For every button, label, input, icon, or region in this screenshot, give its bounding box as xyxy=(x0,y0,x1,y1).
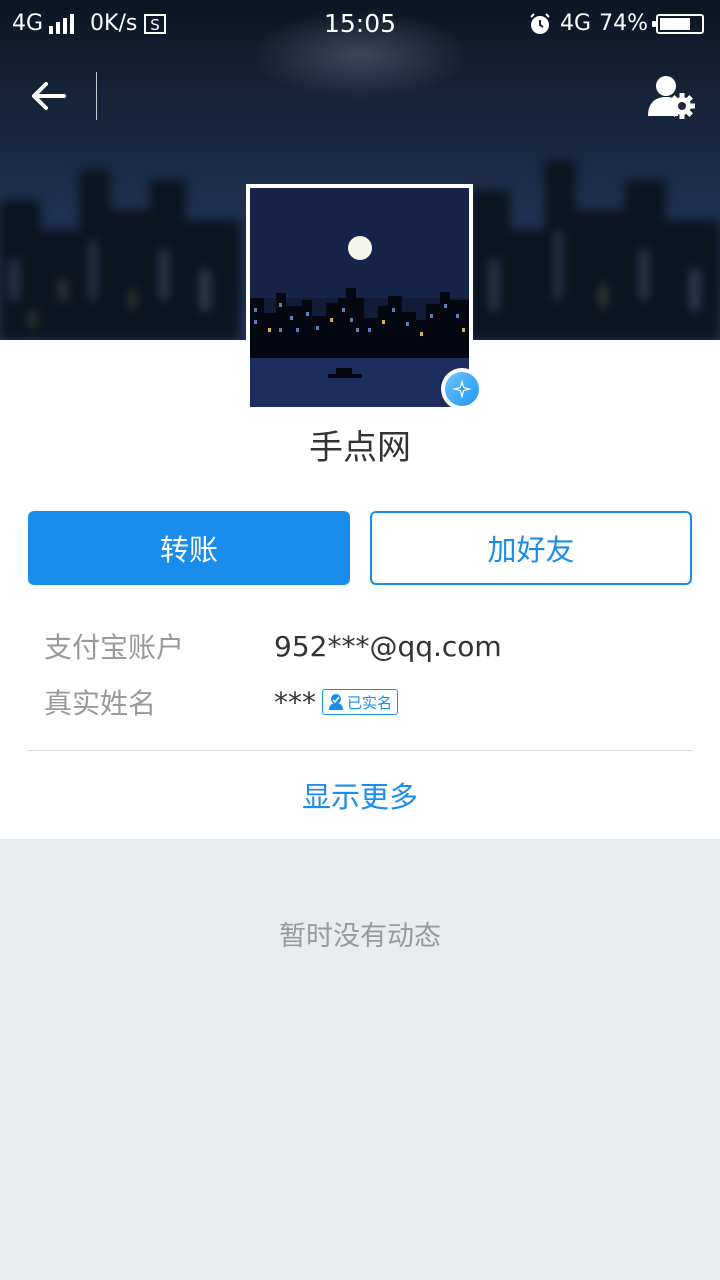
avatar-city-night-image xyxy=(250,188,469,407)
battery-fill xyxy=(660,17,690,30)
profile-name: 手点网 xyxy=(309,428,411,468)
avatar[interactable] xyxy=(246,184,473,411)
show-more-link[interactable]: 显示更多 xyxy=(0,774,720,816)
add-friend-button[interactable]: 加好友 xyxy=(370,511,692,585)
status-bar-right: 4G 74% xyxy=(528,11,704,36)
nav-divider xyxy=(96,72,97,120)
transfer-button[interactable]: 转账 xyxy=(28,511,350,585)
battery-icon xyxy=(652,13,704,34)
realname-verified-text: 已实名 xyxy=(347,693,393,712)
battery-percent: 74% xyxy=(599,11,648,36)
verified-star-icon xyxy=(452,379,472,399)
back-arrow-icon xyxy=(32,82,66,110)
status-bar: 4G 0K/s S 15:05 4G 74% xyxy=(0,0,720,48)
user-settings-button[interactable] xyxy=(644,70,700,126)
verified-badge-inner xyxy=(445,372,479,406)
realname-verified-tag: 已实名 xyxy=(322,689,399,715)
realname-row: 真实姓名 *** 已实名 xyxy=(44,682,399,722)
realname-value-group: *** 已实名 xyxy=(274,685,399,719)
network-type-right: 4G xyxy=(560,11,592,36)
realname-person-icon xyxy=(329,694,343,710)
account-value: 952***@qq.com xyxy=(274,629,502,663)
profile-card xyxy=(0,340,720,839)
empty-feed-message: 暂时没有动态 xyxy=(279,921,441,952)
realname-label: 真实姓名 xyxy=(44,687,157,720)
realname-value: *** xyxy=(274,685,316,719)
account-row: 支付宝账户 952***@qq.com xyxy=(44,626,502,666)
verified-badge xyxy=(441,368,483,410)
user-settings-icon xyxy=(648,76,695,119)
account-label: 支付宝账户 xyxy=(44,631,185,664)
alarm-icon xyxy=(530,12,550,34)
back-button[interactable] xyxy=(22,70,74,122)
card-divider xyxy=(28,750,692,751)
